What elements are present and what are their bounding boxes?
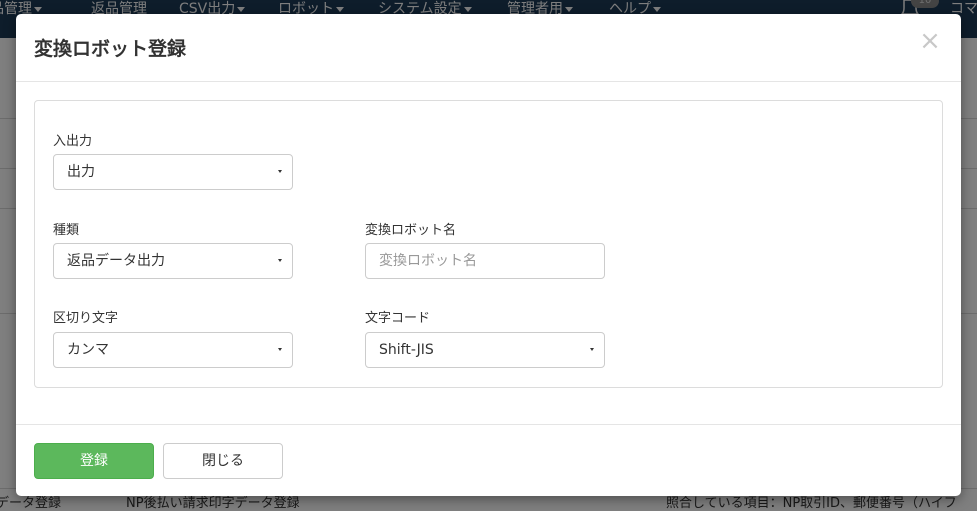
dropdown-arrow-icon: [590, 348, 594, 351]
kind-select[interactable]: 返品データ出力: [53, 243, 293, 279]
modal-footer: 登録 閉じる: [16, 424, 961, 496]
delimiter-label: 区切り文字: [53, 311, 119, 326]
modal-title: 変換ロボット登録: [34, 38, 187, 60]
kind-label: 種類: [53, 223, 80, 238]
dropdown-arrow-icon: [278, 170, 282, 173]
delimiter-select-value: カンマ: [67, 342, 109, 358]
robot-register-modal: 変換ロボット登録 × 入出力 出力 種類 返品データ出力 変換ロボット名 区切り…: [16, 14, 961, 496]
robot-name-input[interactable]: [365, 243, 605, 279]
charset-select[interactable]: Shift-JIS: [365, 332, 605, 368]
robot-name-label: 変換ロボット名: [365, 223, 457, 238]
close-button[interactable]: 閉じる: [163, 443, 283, 479]
register-button[interactable]: 登録: [34, 443, 154, 479]
modal-body: 入出力 出力 種類 返品データ出力 変換ロボット名 区切り文字 カンマ 文字コー…: [16, 82, 961, 424]
dropdown-arrow-icon: [278, 348, 282, 351]
io-select-value: 出力: [67, 164, 95, 180]
delimiter-select[interactable]: カンマ: [53, 332, 293, 368]
io-select[interactable]: 出力: [53, 154, 293, 190]
charset-select-value: Shift-JIS: [379, 342, 434, 358]
form-panel: 入出力 出力 種類 返品データ出力 変換ロボット名 区切り文字 カンマ 文字コー…: [34, 100, 943, 388]
close-icon[interactable]: ×: [918, 28, 942, 54]
kind-select-value: 返品データ出力: [67, 253, 165, 269]
modal-header: 変換ロボット登録 ×: [16, 14, 961, 82]
io-label: 入出力: [53, 134, 93, 149]
dropdown-arrow-icon: [278, 259, 282, 262]
charset-label: 文字コード: [365, 311, 431, 326]
